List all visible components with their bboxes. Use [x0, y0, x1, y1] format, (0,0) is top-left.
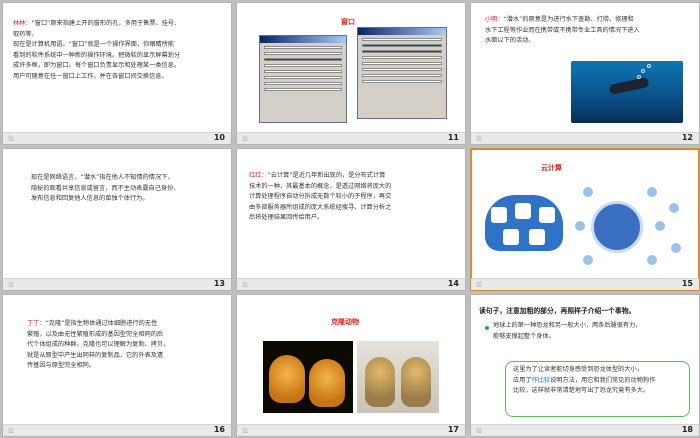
explanation-text: 这里为了让读者能切身感受到恐龙体型的大小， 应用了作比较说明方法，用它和我们常见… [513, 365, 688, 397]
text-line: 繁殖，以及由无性繁殖形成的基因型完全相同的后 [27, 330, 164, 338]
footer-mark: 㳂 [476, 282, 483, 289]
slide-thumbnail-17[interactable]: 克隆动物 㳂 17 [237, 295, 465, 436]
slide-footer: 㳂 11 [237, 132, 465, 144]
slide-number: 13 [213, 279, 225, 288]
slide-footer: 㳂 14 [237, 278, 465, 290]
text-line: “潜水”的原意是为进行水下查勘、打捞、修理和 [503, 16, 634, 23]
footer-mark: 㳂 [8, 282, 15, 289]
cloned-monkeys-photo-image [357, 341, 439, 413]
slide-title: 窗口 [341, 18, 355, 26]
slide-thumbnail-10[interactable]: 林林：“窗口”原来指建上开的窗形的孔，多用于售票、挂号、 取药等。 现在是计算机… [3, 3, 231, 144]
highlight-term: 作比较 [531, 376, 551, 384]
cloud-computing-image [479, 173, 689, 273]
network-hub-icon [591, 201, 643, 253]
text-line: 比较，这样就非常清楚地写出了恐龙究竟有多大。 [513, 387, 650, 394]
slide-thumbnail-15[interactable]: 云计算 㳂 15 [470, 148, 700, 291]
speaker-label: 林林： [13, 20, 32, 27]
text-line: 说明方法，用它和我们常见的动物狗作 [550, 376, 656, 384]
text-line: 水下工程等作业而在携带或不携带专业工具的情况下进入 [485, 26, 640, 34]
slide-sorter-grid: 林林：“窗口”原来指建上开的窗形的孔，多用于售票、挂号、 取药等。 现在是计算机… [0, 0, 700, 438]
speaker-label: 小明： [485, 16, 504, 23]
slide-footer: 㳂 15 [471, 278, 699, 290]
window-screenshot-image [357, 27, 447, 119]
text-line: 用户可随意在任一窗口上工作，并在各窗口间交换信息。 [13, 72, 168, 80]
text-line: 代个体组成的种群。克隆也可以理解为复制、拷贝， [27, 341, 170, 348]
footer-mark: 㳂 [242, 428, 249, 435]
diver-photo-image [571, 61, 683, 123]
slide-thumbnail-13[interactable]: 现在是网络语言，“潜水”指在他人不知情的情况下， 隐秘的观看共享信息或留言，而不… [3, 149, 231, 290]
slide-number: 14 [447, 279, 459, 288]
bullet-icon [485, 326, 489, 330]
footer-mark: 㳂 [8, 136, 15, 143]
footer-mark: 㳂 [476, 428, 483, 435]
slide-text: 林林：“窗口”原来指建上开的窗形的孔，多用于售票、挂号、 取药等。 现在是计算机… [13, 19, 223, 82]
speaker-label: 红红： [249, 172, 268, 179]
slide-thumbnail-18[interactable]: 读句子，注意加粗的部分，再照样子介绍一个事物。 地球上的第一种恐龙和另一般大小，… [471, 295, 699, 436]
speaker-label: 丁丁： [27, 320, 46, 327]
slide-thumbnail-12[interactable]: 小明：“潜水”的原意是为进行水下查勘、打捞、修理和 水下工程等作业而在携带或不携… [471, 3, 699, 144]
text-line: 就是从原型中产生出同样的复制品，它的外表及遗 [27, 351, 164, 359]
slide-footer: 㳂 17 [237, 424, 465, 436]
text-line: 隐秘的观看共享信息或留言，而不主动表露自己身份、 [31, 184, 180, 192]
footer-mark: 㳂 [476, 136, 483, 143]
text-line: 应用了 [513, 376, 532, 384]
slide-footer: 㳂 10 [3, 132, 231, 144]
text-line: 发布信息和回复他人信息的单独个体行为。 [31, 195, 149, 202]
slide-thumbnail-14[interactable]: 红红：“云计算”是近几年新出现的，是分布式计算 技术的一种，其最基本的概念，是透… [237, 149, 465, 290]
footer-mark: 㳂 [242, 136, 249, 143]
slide-thumbnail-11[interactable]: 窗口 㳂 11 [237, 3, 465, 144]
text-line: 能够支撑起整个身体。 [493, 332, 555, 340]
text-line: “克隆”是指生物体通过体细胞进行的无性 [45, 320, 158, 327]
text-line: 看到的软件系统中一种新的操作环境。把微软的显示屏幕划分 [13, 51, 181, 59]
text-line: 这里为了让读者能切身感受到恐龙体型的大小， [513, 366, 643, 373]
slide-text: 现在是网络语言，“潜水”指在他人不知情的情况下， 隐秘的观看共享信息或留言，而不… [31, 173, 226, 205]
slide-footer: 㳂 16 [3, 424, 231, 436]
text-line: 后将处理结果回传给用户。 [249, 214, 324, 221]
text-line: 水面以下的活动。 [485, 37, 535, 44]
text-line: 计算处理程序自动分拆成无数个较小的子程序，再交 [249, 193, 392, 200]
slide-heading: 读句子，注意加粗的部分，再照样子介绍一个事物。 [479, 307, 636, 315]
slide-text: 丁丁：“克隆”是指生物体通过体细胞进行的无性 繁殖，以及由无性繁殖形成的基因型完… [27, 319, 227, 372]
slide-number: 12 [681, 133, 693, 142]
slide-footer: 㳂 12 [471, 132, 699, 144]
text-line: 成许多框，即为窗口。每个窗口负责显示和处理某一类信息。 [13, 62, 181, 69]
text-line: 现在是网络语言，“潜水”指在他人不知情的情况下， [31, 174, 174, 181]
slide-number: 16 [213, 425, 225, 434]
slide-text: 红红：“云计算”是近几年新出现的，是分布式计算 技术的一种，其最基本的概念，是透… [249, 171, 461, 224]
footer-mark: 㳂 [242, 282, 249, 289]
text-line: 现在是计算机用语。“窗口”就是一个操作界面，你眼睛所能 [13, 41, 175, 48]
footer-mark: 㳂 [8, 428, 15, 435]
window-screenshot-image [259, 35, 347, 123]
text-line: 取药等。 [13, 30, 38, 38]
slide-footer: 㳂 13 [3, 278, 231, 290]
text-line: “云计算”是近几年新出现的，是分布式计算 [267, 172, 386, 179]
slide-title: 克隆动物 [331, 318, 359, 326]
slide-text: 小明：“潜水”的原意是为进行水下查勘、打捞、修理和 水下工程等作业而在携带或不携… [485, 15, 690, 47]
text-line: “窗口”原来指建上开的窗形的孔，多用于售票、挂号、 [31, 20, 181, 27]
slide-number: 10 [213, 133, 225, 142]
slide-number: 15 [681, 279, 693, 288]
slide-number: 17 [447, 425, 459, 434]
text-line: 技术的一种，其最基本的概念，是透过网络将庞大的 [249, 182, 392, 190]
slide-footer: 㳂 18 [471, 424, 699, 436]
text-line: 地球上的第一种恐龙和另一般大小，两条后腿很有力， [493, 322, 642, 329]
slide-title: 云计算 [541, 164, 562, 172]
slide-number: 11 [447, 133, 459, 142]
slide-number: 18 [681, 425, 693, 434]
cloned-dogs-photo-image [263, 341, 353, 413]
text-line: 由多部服务器所组成的庞大系统经搜寻、计算分析之 [249, 203, 392, 211]
slide-text: 地球上的第一种恐龙和另一般大小，两条后腿很有力， 能够支撑起整个身体。 [493, 321, 698, 342]
slide-thumbnail-16[interactable]: 丁丁：“克隆”是指生物体通过体细胞进行的无性 繁殖，以及由无性繁殖形成的基因型完… [3, 295, 231, 436]
text-line: 传基因与原型完全相同。 [27, 362, 96, 369]
